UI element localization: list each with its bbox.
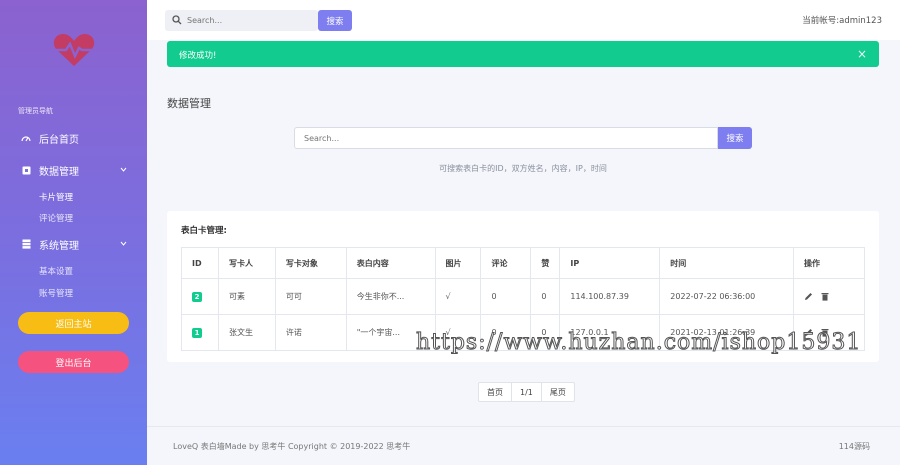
time-cell: 2022-07-22 06:36:00 <box>659 278 795 315</box>
column-header: 表白内容 <box>345 247 436 279</box>
writer-cell: 可素 <box>217 278 276 315</box>
column-header: 评论 <box>480 247 532 279</box>
top-search-button[interactable]: 搜索 <box>318 10 352 31</box>
sidebar-item-label: 后台首页 <box>39 134 79 146</box>
current-page: 1/1 <box>512 383 542 401</box>
column-header: 时间 <box>659 247 795 279</box>
footer-divider <box>147 426 900 427</box>
sidebar-item-home[interactable]: 后台首页 <box>0 129 147 147</box>
id-badge: 2 <box>192 291 202 302</box>
heartbeat-icon <box>53 34 95 66</box>
chevron-down-icon <box>120 167 127 172</box>
image-cell: √ <box>434 278 482 315</box>
delete-icon[interactable] <box>821 292 829 301</box>
column-header: 操作 <box>793 247 865 279</box>
main-search-box <box>294 127 718 149</box>
sidebar-item-settings[interactable]: 基本设置 <box>39 265 73 277</box>
square-icon <box>21 165 31 175</box>
first-page-button[interactable]: 首页 <box>479 383 512 401</box>
target-cell: 许诺 <box>274 314 347 351</box>
alert-message: 修改成功! <box>179 51 217 61</box>
sidebar-item-cards[interactable]: 卡片管理 <box>39 191 73 203</box>
table-row: 2 可素 可可 今生非你不... √ 0 0 114.100.87.39 202… <box>181 278 865 315</box>
database-icon <box>21 239 31 249</box>
sidebar-item-label: 数据管理 <box>39 166 79 178</box>
column-header: 赞 <box>530 247 561 279</box>
pagination: 首页 1/1 尾页 <box>478 382 575 402</box>
watermark: https://www.huzhan.com/ishop15931 <box>415 330 862 356</box>
search-icon <box>172 15 182 25</box>
footer-copyright: LoveQ 表白墙Made by 思考牛 Copyright © 2019-20… <box>173 442 411 451</box>
last-page-button[interactable]: 尾页 <box>542 383 574 401</box>
table-header-row: ID 写卡人 写卡对象 表白内容 图片 评论 赞 IP 时间 操作 <box>181 247 865 279</box>
sidebar: 管理员导航 后台首页 数据管理 卡片管理 评论管理 系统管理 基本设置 账号管理… <box>0 0 147 465</box>
chevron-down-icon <box>120 241 127 246</box>
main-search-input[interactable] <box>304 130 704 146</box>
sidebar-group-data[interactable]: 数据管理 <box>0 161 147 179</box>
comments-cell: 0 <box>480 278 532 315</box>
edit-icon[interactable] <box>804 292 813 301</box>
back-to-site-button[interactable]: 返回主站 <box>18 312 129 334</box>
sidebar-item-accounts[interactable]: 账号管理 <box>39 287 73 299</box>
writer-cell: 张文生 <box>217 314 276 351</box>
success-alert: 修改成功! × <box>167 41 879 67</box>
dashboard-icon <box>21 133 31 143</box>
column-header: 图片 <box>434 247 482 279</box>
column-header: 写卡人 <box>217 247 276 279</box>
likes-cell: 0 <box>530 278 561 315</box>
current-account: 当前帐号:admin123 <box>802 16 882 26</box>
column-header: ID <box>181 247 219 279</box>
target-cell: 可可 <box>274 278 347 315</box>
logout-button[interactable]: 登出后台 <box>18 351 129 373</box>
page-title: 数据管理 <box>167 97 211 110</box>
sidebar-item-comments[interactable]: 评论管理 <box>39 212 73 224</box>
id-badge: 1 <box>192 327 202 338</box>
sidebar-item-label: 系统管理 <box>39 240 79 252</box>
top-search-box <box>165 10 318 31</box>
panel-title: 表白卡管理: <box>181 226 227 236</box>
footer-source-link[interactable]: 114源码 <box>839 441 870 452</box>
topbar: 搜索 当前帐号:admin123 <box>147 0 900 40</box>
sidebar-group-system[interactable]: 系统管理 <box>0 235 147 253</box>
content-cell: 今生非你不... <box>345 278 436 315</box>
close-icon[interactable]: × <box>857 47 867 61</box>
column-header: 写卡对象 <box>274 247 347 279</box>
column-header: IP <box>559 247 661 279</box>
ip-cell: 114.100.87.39 <box>559 278 661 315</box>
nav-title: 管理员导航 <box>18 107 53 115</box>
main-search-button[interactable]: 搜索 <box>718 127 752 149</box>
top-search-input[interactable] <box>187 12 312 29</box>
search-hint: 可搜索表白卡的ID，双方姓名，内容，IP，时间 <box>439 164 607 173</box>
